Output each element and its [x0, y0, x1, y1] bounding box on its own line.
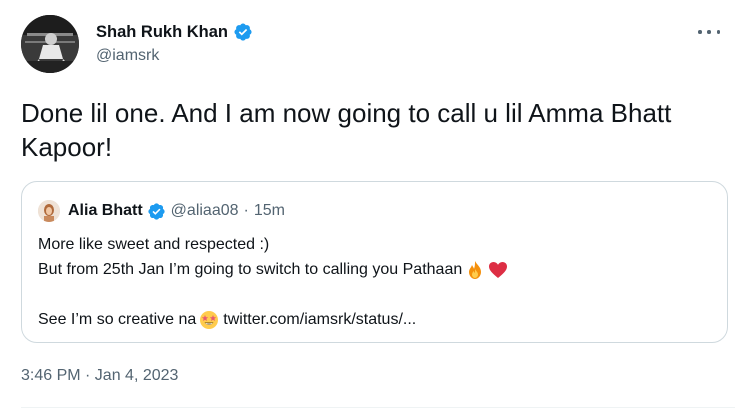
tweet-text: Done lil one. And I am now going to call… — [21, 98, 672, 162]
red-heart-emoji-icon — [488, 260, 508, 280]
verified-badge-icon — [147, 202, 166, 221]
quoted-tweet-time: 15m — [253, 202, 285, 219]
quoted-author-name: Alia Bhatt — [68, 202, 143, 219]
author-info: Shah Rukh Khan @iamsrk — [96, 21, 253, 65]
author-handle[interactable]: @iamsrk — [96, 47, 253, 65]
verified-badge-icon — [233, 22, 253, 42]
tweet: Shah Rukh Khan @iamsrk Done lil one. And… — [0, 0, 735, 410]
quoted-tweet[interactable]: Alia Bhatt @aliaa08 · 15m More like swee… — [21, 181, 728, 343]
author-display-name[interactable]: Shah Rukh Khan — [96, 23, 228, 42]
quoted-line-2: But from 25th Jan I’m going to switch to… — [38, 261, 463, 278]
divider — [21, 407, 735, 408]
quoted-author-handle: @aliaa08 — [170, 202, 239, 219]
more-horizontal-icon[interactable] — [695, 22, 723, 42]
tweet-timestamp[interactable]: 3:46 PM · Jan 4, 2023 — [21, 367, 178, 385]
tweet-link[interactable]: twitter.com/iamsrk/status/... — [223, 307, 416, 332]
quoted-tweet-text: More like sweet and respected :) But fro… — [38, 232, 718, 332]
author-avatar[interactable] — [21, 15, 79, 73]
separator-dot: · — [243, 202, 249, 219]
fire-emoji-icon — [465, 260, 485, 280]
quoted-line-1: More like sweet and respected :) — [38, 236, 270, 253]
quoted-author-avatar — [38, 200, 60, 222]
star-struck-emoji-icon — [199, 310, 219, 330]
quoted-line-3: See I’m so creative na — [38, 311, 197, 328]
